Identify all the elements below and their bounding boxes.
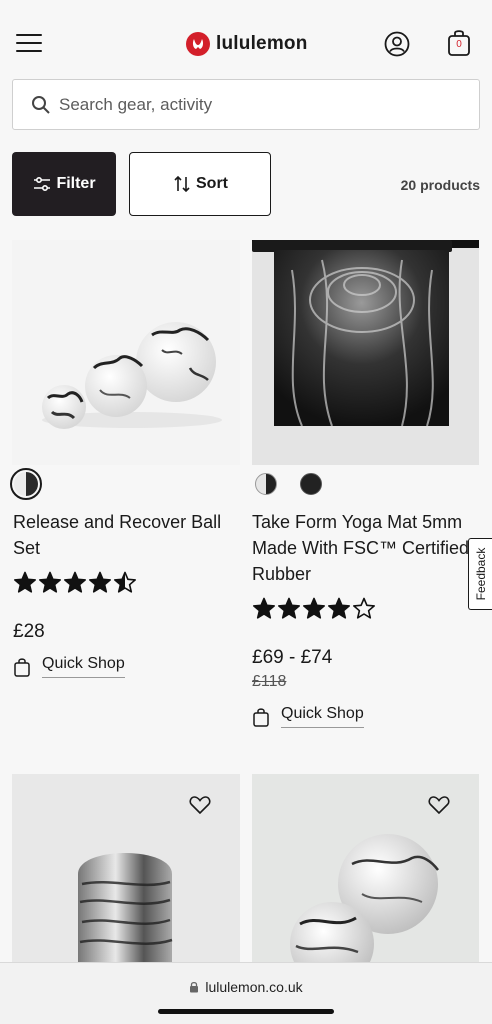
product-price: £69 - £74	[252, 647, 333, 668]
filter-label: Filter	[56, 175, 96, 192]
lock-icon	[190, 981, 199, 993]
star-empty-icon	[353, 597, 375, 619]
star-full-icon	[253, 597, 275, 619]
star-full-icon	[64, 571, 86, 593]
sort-arrows-icon	[174, 175, 190, 193]
sort-button[interactable]: Sort	[129, 152, 271, 216]
filter-button[interactable]: Filter	[12, 152, 116, 216]
browser-bottom-bar: lululemon.co.uk	[0, 962, 492, 1024]
account-icon[interactable]	[384, 31, 410, 57]
product-count: 20 products	[400, 177, 480, 193]
search-input[interactable]	[59, 80, 459, 129]
search-icon	[32, 96, 50, 114]
star-full-icon	[14, 571, 36, 593]
star-full-icon	[328, 597, 350, 619]
star-full-icon	[303, 597, 325, 619]
swatch-marble[interactable]	[10, 468, 42, 500]
product-image[interactable]	[252, 774, 479, 964]
url-text: lululemon.co.uk	[205, 979, 303, 995]
product-name[interactable]: Take Form Yoga Mat 5mm Made With FSC™ Ce…	[252, 509, 480, 587]
star-full-icon	[278, 597, 300, 619]
feedback-tab[interactable]: Feedback	[468, 538, 492, 610]
lululemon-logo-icon	[186, 32, 210, 56]
star-rating	[13, 571, 137, 595]
product-image[interactable]	[12, 240, 240, 465]
star-rating	[252, 597, 376, 621]
menu-icon[interactable]	[14, 30, 44, 56]
shopping-bag-icon[interactable]: 0	[447, 28, 471, 58]
search-bar[interactable]	[12, 79, 480, 130]
bag-count: 0	[456, 39, 462, 50]
original-price: £118	[252, 673, 287, 690]
heart-icon[interactable]	[189, 795, 211, 815]
home-indicator[interactable]	[158, 1009, 334, 1014]
swatch-grey-black[interactable]	[255, 473, 277, 495]
quick-shop-button[interactable]: Quick Shop	[253, 705, 364, 728]
product-image[interactable]	[252, 240, 479, 465]
quick-shop-label: Quick Shop	[281, 705, 364, 728]
star-full-icon	[39, 571, 61, 593]
product-image[interactable]	[12, 774, 240, 964]
sliders-icon	[34, 176, 51, 192]
brand-name: lululemon	[216, 33, 308, 54]
star-full-icon	[89, 571, 111, 593]
product-price: £28	[13, 621, 45, 642]
header: lululemon 0	[0, 0, 492, 70]
swatch-black[interactable]	[300, 473, 322, 495]
shopping-bag-icon	[14, 657, 30, 677]
shopping-bag-icon	[253, 707, 269, 727]
brand-logo[interactable]: lululemon	[186, 32, 308, 56]
heart-icon[interactable]	[428, 795, 450, 815]
address-bar[interactable]: lululemon.co.uk	[0, 979, 492, 995]
product-name[interactable]: Release and Recover Ball Set	[13, 509, 241, 561]
quick-shop-label: Quick Shop	[42, 655, 125, 678]
color-swatches	[10, 468, 42, 500]
sort-label: Sort	[196, 175, 228, 192]
feedback-label: Feedback	[473, 547, 488, 601]
quick-shop-button[interactable]: Quick Shop	[14, 655, 125, 678]
color-swatches	[254, 472, 323, 496]
star-half-icon	[114, 571, 136, 593]
